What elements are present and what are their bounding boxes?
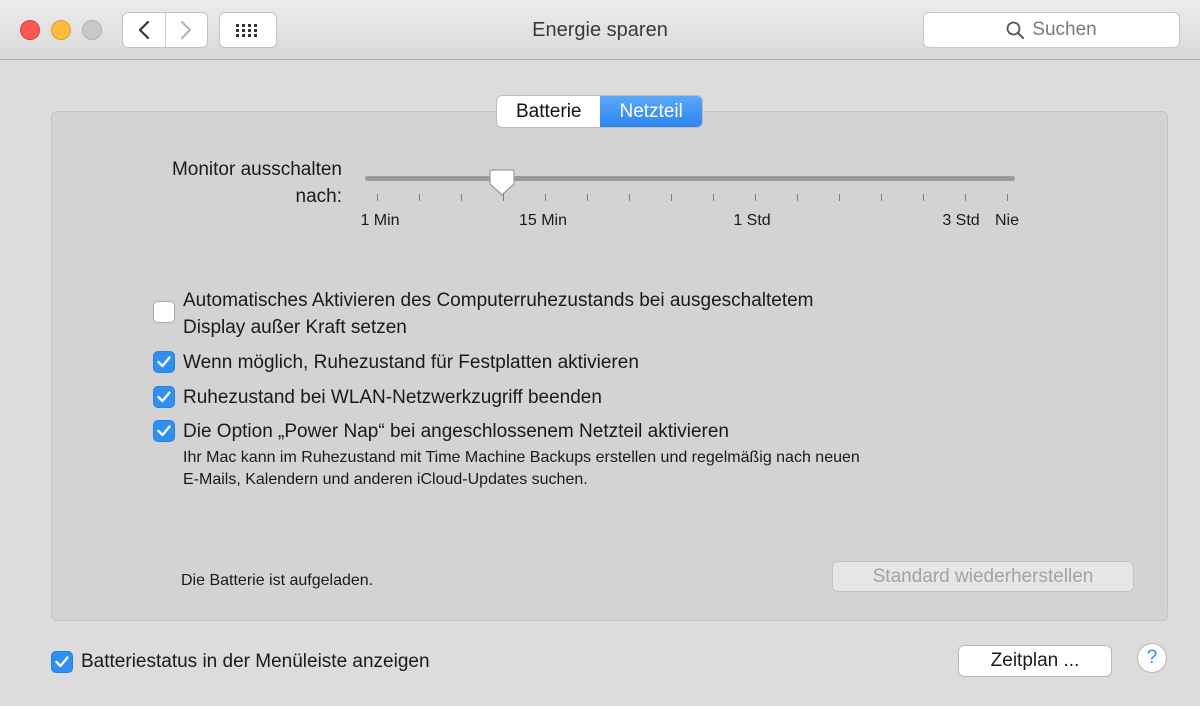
chevron-left-icon (138, 20, 149, 40)
option-label: Wenn möglich, Ruhezustand für Festplatte… (183, 352, 639, 373)
option-label: Automatisches Aktivieren des Computerruh… (183, 290, 814, 311)
option-disk-sleep[interactable]: Wenn möglich, Ruhezustand für Festplatte… (153, 349, 639, 376)
checkbox-checked[interactable] (153, 420, 175, 442)
option-power-nap[interactable]: Die Option „Power Nap“ bei angeschlossen… (153, 418, 860, 491)
restore-defaults-button[interactable]: Standard wiederherstellen (832, 561, 1134, 592)
help-button[interactable]: ? (1137, 643, 1167, 673)
slider-tick (419, 194, 420, 201)
note-line: E-Mails, Kalendern und anderen iCloud-Up… (183, 471, 588, 488)
grid-icon (236, 24, 257, 37)
search-placeholder: Suchen (1032, 19, 1097, 40)
checkbox-checked[interactable] (51, 650, 73, 673)
slider-tick (671, 194, 672, 201)
forward-button[interactable] (164, 13, 208, 47)
checkmark-icon (157, 425, 171, 437)
slider-tick (965, 194, 966, 201)
checkbox-checked[interactable] (153, 351, 175, 373)
checkmark-icon (157, 356, 171, 368)
option-ignore-display-sleep[interactable]: Automatisches Aktivieren des Computerruh… (153, 287, 814, 341)
slider-tick (923, 194, 924, 201)
zoom-window-button[interactable] (82, 20, 102, 40)
tick-label-1-min: 1 Min (360, 212, 400, 229)
slider-tick (629, 194, 630, 201)
checkmark-icon (157, 391, 171, 403)
slider-track[interactable] (365, 176, 1015, 181)
tick-label-nie: Nie (994, 212, 1020, 229)
note-line: Ihr Mac kann im Ruhezustand mit Time Mac… (183, 449, 860, 466)
title-bar: Energie sparen Suchen (0, 0, 1200, 60)
tab-batterie[interactable]: Batterie (497, 96, 600, 127)
close-window-button[interactable] (20, 20, 40, 40)
checkbox-checked[interactable] (153, 386, 175, 408)
schedule-button[interactable]: Zeitplan ... (958, 645, 1112, 677)
option-label: Display außer Kraft setzen (183, 317, 407, 338)
slider-label-line1: Monitor ausschalten (171, 159, 342, 180)
slider-tick (461, 194, 462, 201)
minimize-window-button[interactable] (51, 20, 71, 40)
navigation-buttons (122, 12, 208, 48)
slider-tick (755, 194, 756, 201)
slider-tick (881, 194, 882, 201)
slider-label: Monitor ausschalten nach: (152, 156, 342, 210)
display-sleep-slider[interactable]: 1 Min 15 Min 1 Std 3 Std Nie (360, 169, 1019, 252)
show-all-button[interactable] (219, 12, 277, 48)
segmented-tabs: Batterie Netzteil (496, 95, 703, 128)
option-label: Batteriestatus in der Menüleiste anzeige… (81, 651, 430, 672)
tick-label-3-std: 3 Std (942, 212, 980, 229)
checkmark-icon (55, 655, 69, 667)
search-field[interactable]: Suchen (923, 12, 1180, 48)
power-nap-note: Ihr Mac kann im Ruhezustand mit Time Mac… (183, 447, 860, 491)
settings-panel: Monitor ausschalten nach: 1 Min 15 Min 1… (51, 111, 1168, 621)
search-icon (1006, 21, 1025, 39)
slider-tick (839, 194, 840, 201)
tick-label-1-std: 1 Std (733, 212, 771, 229)
window-title: Energie sparen (532, 19, 668, 41)
slider-tick (377, 194, 378, 201)
slider-tick (587, 194, 588, 201)
checkbox-unchecked[interactable] (153, 301, 175, 323)
back-button[interactable] (123, 13, 165, 47)
slider-thumb[interactable] (489, 169, 515, 197)
option-label: Die Option „Power Nap“ bei angeschlossen… (183, 421, 729, 442)
battery-status-text: Die Batterie ist aufgeladen. (181, 572, 374, 589)
slider-tick (797, 194, 798, 201)
tick-label-15-min: 15 Min (518, 212, 568, 229)
tab-netzteil[interactable]: Netzteil (600, 96, 702, 127)
slider-tick (713, 194, 714, 201)
slider-tick (1007, 194, 1008, 201)
show-battery-status-option[interactable]: Batteriestatus in der Menüleiste anzeige… (51, 648, 430, 675)
slider-label-line2: nach: (295, 186, 342, 207)
option-wake-wlan[interactable]: Ruhezustand bei WLAN-Netzwerkzugriff bee… (153, 384, 602, 411)
option-label: Ruhezustand bei WLAN-Netzwerkzugriff bee… (183, 387, 602, 408)
slider-tick (545, 194, 546, 201)
chevron-right-icon (181, 20, 192, 40)
